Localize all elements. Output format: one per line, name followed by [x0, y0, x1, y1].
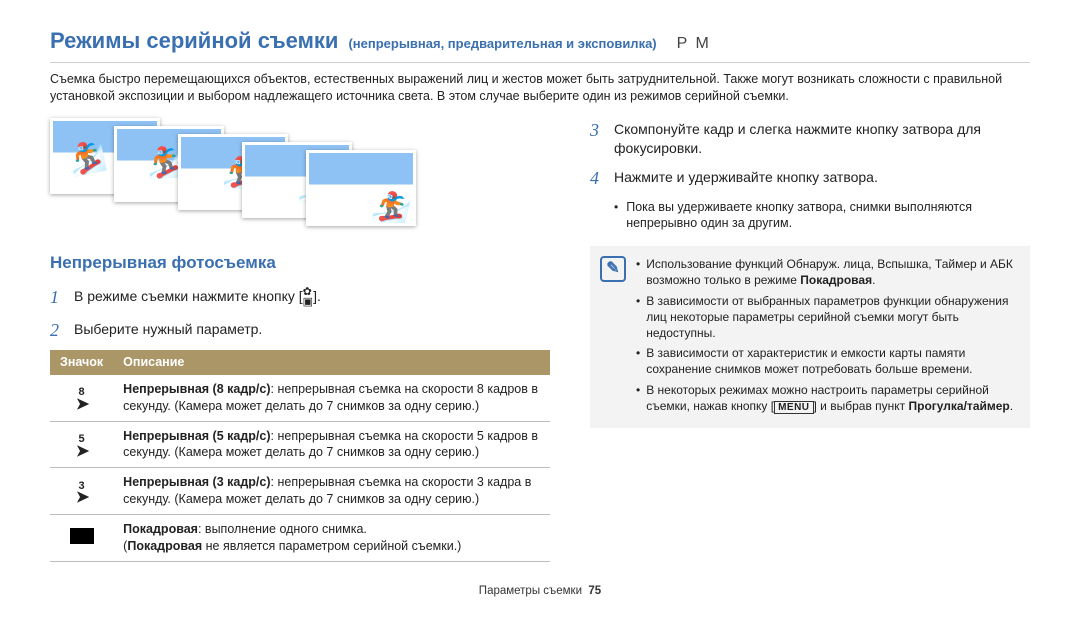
table-row: 3➤ Непрерывная (3 кадр/с): непрерывная с… — [50, 468, 550, 515]
drive-icon: ✿▣ — [303, 288, 313, 308]
page-subtitle: (непрерывная, предварительная и эксповил… — [348, 35, 656, 53]
page-title: Режимы серийной съемки — [50, 26, 338, 56]
step-4-text: Нажмите и удерживайте кнопку затвора. — [614, 166, 878, 190]
table-row: Покадровая: выполнение одного снимка. (П… — [50, 515, 550, 562]
note-box: ✎ •Использование функций Обнаруж. лица, … — [590, 246, 1030, 428]
section-heading: Непрерывная фотосъемка — [50, 252, 550, 275]
step-3: 3 Скомпонуйте кадр и слегка нажмите кноп… — [590, 118, 1030, 158]
mode-icon-3fps: 3➤ — [50, 468, 113, 515]
mode-icon-single — [50, 515, 113, 562]
note-icon: ✎ — [600, 256, 626, 282]
step-3-text: Скомпонуйте кадр и слегка нажмите кнопку… — [614, 118, 1030, 158]
mode-icon-8fps: 8➤ — [50, 375, 113, 421]
page-header: Режимы серийной съемки (непрерывная, пре… — [50, 26, 1030, 63]
modes-table: Значок Описание 8➤ Непрерывная (8 кадр/с… — [50, 350, 550, 562]
step-2-text: Выберите нужный параметр. — [74, 318, 262, 342]
step-2: 2 Выберите нужный параметр. — [50, 318, 550, 342]
step-1-text: В режиме съемки нажмите кнопку [ — [74, 288, 303, 304]
table-row: 8➤ Непрерывная (8 кадр/с): непрерывная с… — [50, 375, 550, 421]
page-footer: Параметры съемки 75 — [50, 584, 1030, 600]
mode-indicator: P M — [677, 33, 711, 55]
burst-illustration: 🏂 🏂 🏂 🏂 🏂 — [50, 118, 550, 228]
step-1-after: ]. — [313, 288, 321, 304]
table-row: 5➤ Непрерывная (5 кадр/с): непрерывная с… — [50, 421, 550, 468]
step-4-bullet: • Пока вы удерживаете кнопку затвора, сн… — [614, 199, 1030, 233]
intro-text: Съемка быстро перемещающихся объектов, е… — [50, 71, 1030, 105]
menu-button-icon: MENU — [774, 401, 813, 414]
mode-icon-5fps: 5➤ — [50, 421, 113, 468]
th-desc: Описание — [113, 350, 550, 375]
th-icon: Значок — [50, 350, 113, 375]
step-4: 4 Нажмите и удерживайте кнопку затвора. — [590, 166, 1030, 190]
step-1: 1 В режиме съемки нажмите кнопку [✿▣]. — [50, 285, 550, 309]
